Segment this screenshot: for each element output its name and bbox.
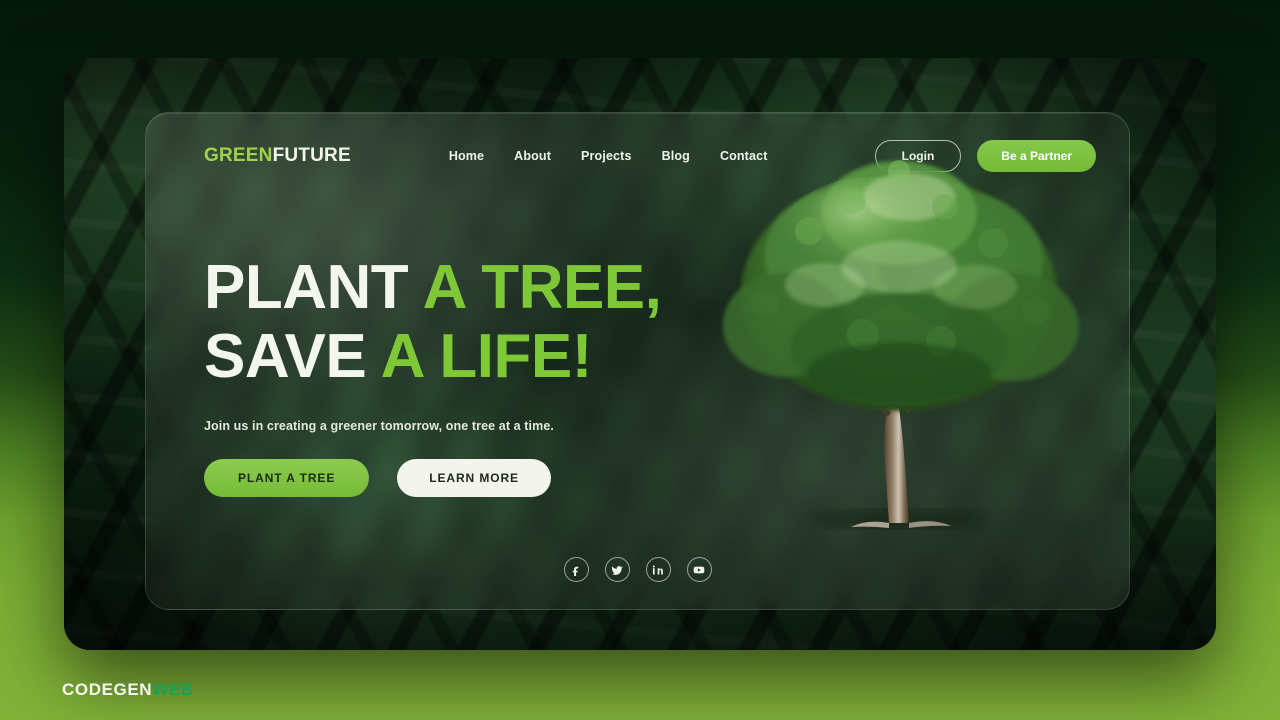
nav-item-blog[interactable]: Blog [662,149,690,163]
headline-word-save: SAVE [204,322,367,392]
headline-word-plant: PLANT [204,253,409,322]
headline-word-a-life: A LIFE! [380,322,593,392]
hero-content: PLANT A TREE, SAVE A LIFE! Join us in cr… [204,253,724,497]
facebook-icon[interactable] [563,557,589,582]
nav-item-about[interactable]: About [514,149,551,163]
nav-item-home[interactable]: Home [449,149,484,163]
watermark: CODEGENWEB [62,680,194,700]
logo-text-white: FUTURE [272,145,351,166]
social-links [146,557,1129,582]
page-root: GREENFUTURE Home About Projects Blog Con… [0,0,1280,720]
hero-cta-group: PLANT A TREE LEARN MORE [204,458,724,497]
twitter-icon[interactable] [604,557,630,582]
plant-a-tree-button[interactable]: PLANT A TREE [204,458,370,497]
nav-item-projects[interactable]: Projects [581,149,632,163]
hero-subtitle: Join us in creating a greener tomorrow, … [204,418,554,433]
device-frame: GREENFUTURE Home About Projects Blog Con… [64,58,1216,650]
logo-text-green: GREEN [204,145,273,166]
hero-headline: PLANT A TREE, SAVE A LIFE! [204,253,724,392]
linkedin-icon[interactable] [645,557,671,582]
youtube-icon[interactable] [686,557,712,582]
glass-hero-card: GREENFUTURE Home About Projects Blog Con… [145,112,1130,610]
tree-illustration [713,135,1085,535]
watermark-web: WEB [152,680,194,699]
brand-logo[interactable]: GREENFUTURE [204,145,351,167]
headline-word-a-tree: A TREE, [422,253,662,322]
learn-more-button[interactable]: LEARN MORE [397,458,551,497]
watermark-codegen: CODEGEN [62,680,153,699]
